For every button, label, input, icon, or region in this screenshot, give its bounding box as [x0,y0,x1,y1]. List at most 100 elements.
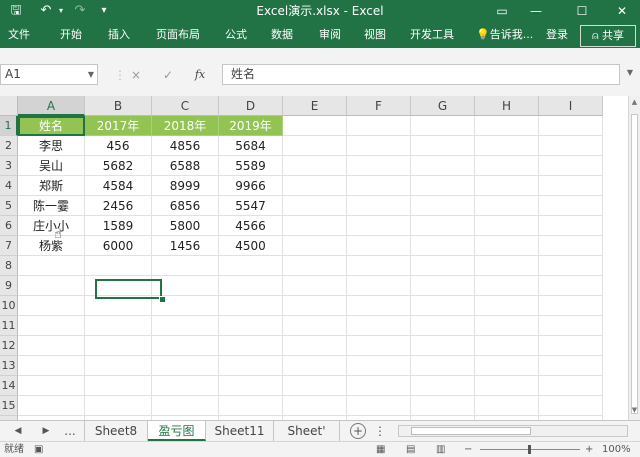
table-cell[interactable]: 李思 [18,136,85,156]
row-header[interactable]: 11 [0,316,18,336]
table-cell[interactable]: 郑斯 [18,176,85,196]
table-cell[interactable] [539,276,603,296]
table-cell[interactable] [18,296,85,316]
table-cell[interactable] [219,256,283,276]
header-cell[interactable]: 姓名 [18,116,85,136]
table-cell[interactable] [85,316,152,336]
table-cell[interactable]: 5684 [219,136,283,156]
redo-icon[interactable]: ↷ [70,0,90,22]
tab-splitter[interactable]: ⋮ [374,421,386,441]
table-cell[interactable] [475,356,539,376]
scroll-down-icon[interactable]: ▼ [629,406,640,414]
table-cell[interactable] [18,256,85,276]
table-cell[interactable] [411,136,475,156]
name-box[interactable]: A1 ▼ [0,64,98,85]
table-cell[interactable] [283,236,347,256]
table-cell[interactable] [411,216,475,236]
table-cell[interactable] [283,136,347,156]
table-cell[interactable] [283,356,347,376]
table-cell[interactable] [347,216,411,236]
minimize-icon[interactable]: — [520,0,552,22]
expand-formula-bar-icon[interactable]: ▼ [625,68,635,82]
table-cell[interactable] [219,296,283,316]
scroll-up-icon[interactable]: ▲ [629,98,640,106]
table-cell[interactable] [283,176,347,196]
table-cell[interactable] [347,196,411,216]
table-cell[interactable]: 456 [85,136,152,156]
table-cell[interactable] [411,296,475,316]
table-cell[interactable]: 2456 [85,196,152,216]
table-cell[interactable] [85,396,152,416]
tab-formulas[interactable]: 公式 [225,22,247,48]
table-cell[interactable] [475,156,539,176]
table-cell[interactable] [539,136,603,156]
table-cell[interactable] [18,396,85,416]
table-cell[interactable] [347,256,411,276]
table-cell[interactable]: 5547 [219,196,283,216]
table-cell[interactable] [475,136,539,156]
add-sheet-icon[interactable]: + [350,423,366,439]
login-link[interactable]: 登录 [546,22,568,48]
table-cell[interactable]: 吴山 [18,156,85,176]
tab-home[interactable]: 开始 [60,22,82,48]
table-cell[interactable] [219,336,283,356]
table-cell[interactable] [283,216,347,236]
table-cell[interactable] [85,296,152,316]
table-cell[interactable]: 4500 [219,236,283,256]
tell-me-box[interactable]: 💡告诉我... [476,22,533,48]
table-cell[interactable]: 4856 [152,136,219,156]
table-cell[interactable] [347,136,411,156]
row-header[interactable]: 9 [0,276,18,296]
tab-review[interactable]: 审阅 [319,22,341,48]
vertical-scrollbar[interactable]: ▲ ▼ [628,96,640,420]
header-cell[interactable]: 2018年 [152,116,219,136]
table-cell[interactable] [539,296,603,316]
zoom-out-icon[interactable]: − [464,442,472,457]
table-cell[interactable] [85,276,152,296]
column-header[interactable]: E [283,96,347,116]
table-cell[interactable] [539,396,603,416]
table-cell[interactable] [475,236,539,256]
table-cell[interactable] [475,396,539,416]
share-button[interactable]: ⍝ 共享 [580,25,636,47]
row-header[interactable]: 12 [0,336,18,356]
table-cell[interactable] [475,256,539,276]
table-cell[interactable] [347,316,411,336]
table-cell[interactable] [283,276,347,296]
next-sheet-icon[interactable]: ▶ [38,421,54,441]
table-cell[interactable] [152,256,219,276]
undo-icon[interactable]: ↶ [36,0,56,22]
cancel-icon[interactable]: × [128,66,144,84]
column-header[interactable]: I [539,96,603,116]
table-cell[interactable] [347,336,411,356]
row-header[interactable]: 5 [0,196,18,216]
table-cell[interactable] [152,336,219,356]
chevron-down-icon[interactable]: ▼ [88,65,94,84]
row-header[interactable]: 15 [0,396,18,416]
table-cell[interactable] [475,276,539,296]
page-layout-view-icon[interactable]: ▤ [406,442,415,457]
column-header[interactable]: C [152,96,219,116]
table-cell[interactable] [347,276,411,296]
table-cell[interactable] [18,356,85,376]
table-cell[interactable] [411,396,475,416]
tab-data[interactable]: 数据 [271,22,293,48]
table-cell[interactable] [219,376,283,396]
tab-file[interactable]: 文件 [8,22,30,48]
table-cell[interactable] [411,256,475,276]
row-header[interactable]: 10 [0,296,18,316]
table-cell[interactable]: 9966 [219,176,283,196]
close-icon[interactable]: ✕ [606,0,638,22]
table-cell[interactable] [18,376,85,396]
tab-page-layout[interactable]: 页面布局 [156,22,200,48]
table-cell[interactable] [539,156,603,176]
table-cell[interactable] [539,216,603,236]
table-cell[interactable] [411,356,475,376]
row-header[interactable]: 2 [0,136,18,156]
fill-handle[interactable] [159,296,166,303]
table-cell[interactable]: 陈一霎 [18,196,85,216]
row-header[interactable]: 4 [0,176,18,196]
restore-icon[interactable]: ☐ [566,0,598,22]
table-cell[interactable] [411,336,475,356]
table-cell[interactable] [347,376,411,396]
